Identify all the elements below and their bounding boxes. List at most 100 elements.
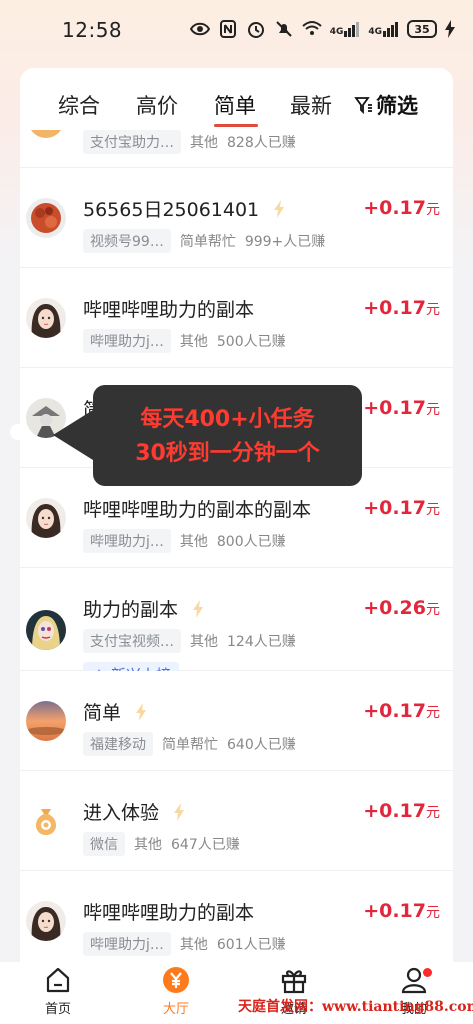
task-price-unit: 元 — [426, 805, 440, 821]
task-avatar — [26, 298, 66, 338]
task-price-unit: 元 — [426, 705, 440, 721]
nav-home-label: 首页 — [44, 1002, 71, 1017]
task-title-line: 简单 — [83, 698, 147, 725]
task-price-value: +0.17 — [363, 497, 426, 519]
task-title: 哔哩哔哩助力的副本的副本 — [83, 499, 312, 521]
task-price-value: +0.17 — [363, 197, 426, 219]
task-price: +0.17元 — [363, 197, 440, 219]
task-source-chip: 微信 — [83, 832, 125, 856]
task-list-card: 支付宝助力… 其他 828人已赚 56565日25061401 +0.17元 视频号… — [20, 68, 453, 1024]
task-category: 其他 — [179, 334, 208, 350]
task-earned-count: 500人已赚 — [216, 334, 286, 350]
task-price-unit: 元 — [426, 602, 440, 618]
filter-label: 筛选 — [376, 94, 418, 118]
bolt-icon — [136, 702, 147, 721]
nav-hall-label: 大厅 — [162, 1002, 189, 1017]
task-price: +0.17元 — [363, 497, 440, 519]
bolt-icon — [274, 199, 285, 218]
task-title-line: 哔哩哔哩助力的副本 — [83, 898, 254, 925]
task-meta: 视频号99… 简单帮忙 999+人已赚 — [83, 229, 325, 253]
filter-icon — [354, 97, 372, 115]
active-tab-indicator — [214, 124, 258, 127]
battery-indicator: 35 — [407, 20, 437, 38]
task-source-chip: 哔哩助力j… — [83, 932, 171, 956]
task-price-value: +0.26 — [363, 597, 426, 619]
bolt-icon — [193, 599, 204, 618]
charging-icon — [445, 20, 455, 38]
task-earned-count: 800人已赚 — [216, 534, 286, 550]
task-row[interactable]: 助力的副本+0.26元支付宝视频…其他124人已赚新兴上榜 — [20, 568, 453, 687]
task-price: +0.17元 — [363, 397, 440, 419]
task-title-line: 助力的副本 — [83, 595, 204, 622]
task-price-unit: 元 — [426, 202, 440, 218]
signal-1-icon: 4G — [330, 21, 361, 37]
task-source-chip: 哔哩助力j… — [83, 529, 171, 553]
tab-high-price[interactable]: 高价 — [136, 90, 178, 120]
tab-simple[interactable]: 简单 — [214, 90, 256, 120]
task-price-value: +0.17 — [363, 800, 426, 822]
task-source-chip: 哔哩助力j… — [83, 329, 171, 353]
home-icon — [46, 967, 70, 993]
nfc-icon — [219, 20, 236, 38]
task-price-value: +0.17 — [363, 900, 426, 922]
tooltip-line-2: 30秒到一分钟一个 — [135, 441, 320, 466]
task-price-unit: 元 — [426, 502, 440, 518]
task-earned-count: 640人已赚 — [227, 737, 296, 753]
task-meta: 支付宝视频… 其他 124人已赚 — [83, 629, 296, 653]
task-price: +0.17元 — [363, 297, 440, 319]
filter-button[interactable]: 筛选 — [354, 90, 418, 120]
notification-dot — [423, 968, 432, 977]
task-meta: 支付宝助力… 其他 828人已赚 — [83, 130, 296, 154]
task-title: 哔哩哔哩助力的副本 — [83, 902, 255, 924]
task-earned-count: 647人已赚 — [171, 837, 240, 853]
task-avatar — [26, 610, 66, 650]
task-title-line: 哔哩哔哩助力的副本 — [83, 295, 254, 322]
task-category: 简单帮忙 — [179, 234, 236, 250]
task-row[interactable]: 哔哩哔哩助力的副本 +0.17元哔哩助力j… 其他 601人已赚 — [20, 871, 453, 971]
nav-home[interactable]: 首页 — [28, 966, 88, 1017]
task-meta: 哔哩助力j… 其他 601人已赚 — [83, 932, 286, 956]
task-title: 56565日25061401 — [83, 199, 260, 221]
yuan-icon — [163, 967, 189, 993]
task-title-line: 进入体验 — [83, 798, 185, 825]
task-price: +0.17元 — [363, 900, 440, 922]
task-earned-count: 828人已赚 — [227, 135, 296, 151]
promo-tooltip: 每天400+小任务 30秒到一分钟一个 — [53, 385, 362, 486]
gift-icon — [281, 970, 307, 994]
task-price-unit: 元 — [426, 402, 440, 418]
task-avatar — [26, 801, 66, 841]
task-avatar — [26, 198, 66, 238]
task-row[interactable]: 进入体验 +0.17元微信 其他 647人已赚 — [20, 771, 453, 871]
task-earned-count: 124人已赚 — [227, 634, 296, 650]
task-meta: 微信 其他 647人已赚 — [83, 832, 240, 856]
task-meta: 哔哩助力j… 其他 800人已赚 — [83, 529, 286, 553]
task-row[interactable]: 哔哩哔哩助力的副本 +0.17元哔哩助力j… 其他 500人已赚 — [20, 268, 453, 368]
status-time: 12:58 — [62, 18, 123, 42]
task-price-unit: 元 — [426, 905, 440, 921]
category-tabs: 综合 高价 简单 最新 筛选 — [20, 68, 453, 130]
tooltip-anchor-dot — [10, 424, 26, 440]
task-row[interactable]: 56565日25061401 +0.17元视频号99… 简单帮忙 999+人已赚 — [20, 168, 453, 268]
tab-newest[interactable]: 最新 — [290, 90, 332, 120]
task-meta: 哔哩助力j… 其他 500人已赚 — [83, 329, 286, 353]
tooltip-line-1: 每天400+小任务 — [140, 407, 315, 432]
task-title: 进入体验 — [83, 802, 160, 824]
task-price-unit: 元 — [426, 302, 440, 318]
task-category: 其他 — [190, 135, 218, 151]
task-avatar — [26, 701, 66, 741]
task-earned-count: 999+人已赚 — [244, 234, 326, 250]
nav-hall[interactable]: 大厅 — [146, 966, 206, 1017]
task-row[interactable]: 简单 +0.17元福建移动 简单帮忙 640人已赚 — [20, 671, 453, 771]
eye-icon — [189, 22, 210, 36]
tab-comprehensive[interactable]: 综合 — [58, 90, 100, 120]
wifi-icon — [302, 21, 322, 35]
watermark: 天庭首发网：www.tianting88.com — [238, 999, 473, 1015]
task-source-chip: 视频号99… — [83, 229, 171, 253]
task-avatar — [26, 498, 66, 538]
task-price-value: +0.17 — [363, 700, 426, 722]
task-source-chip: 福建移动 — [83, 732, 153, 756]
task-price: +0.26元 — [363, 597, 440, 619]
task-title: 哔哩哔哩助力的副本 — [83, 299, 255, 321]
task-title-line: 哔哩哔哩助力的副本的副本 — [83, 495, 311, 522]
task-meta: 福建移动 简单帮忙 640人已赚 — [83, 732, 296, 756]
